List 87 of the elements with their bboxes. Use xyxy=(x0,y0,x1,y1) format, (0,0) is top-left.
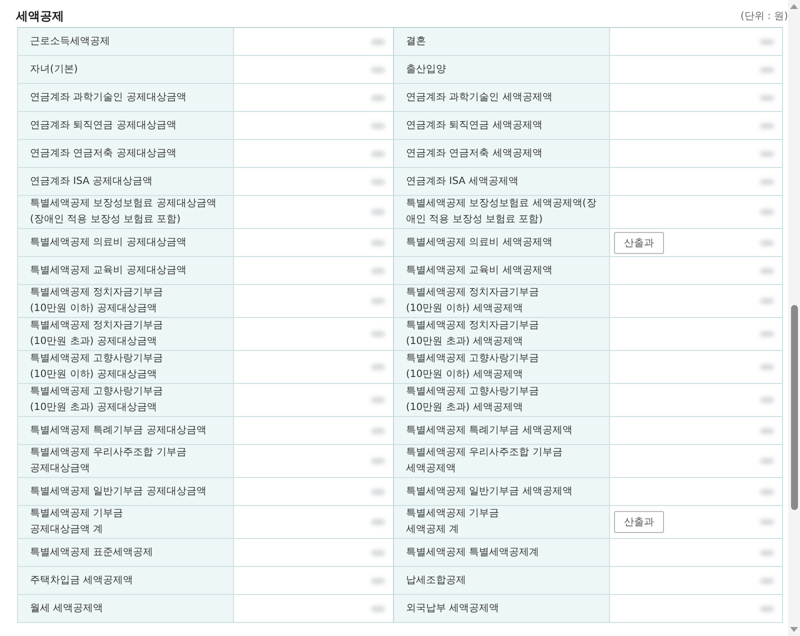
blurred-value xyxy=(371,150,385,156)
row-label: 특별세액공제 우리사주조합 기부금 세액공제액 xyxy=(394,445,610,478)
row-label: 연금계좌 ISA 공제대상금액 xyxy=(18,168,234,196)
blurred-value xyxy=(760,606,774,612)
blurred-value xyxy=(760,397,774,403)
row-label: 특별세액공제 보장성보험료 세액공제액(장 애인 적용 보장성 보험료 포함) xyxy=(394,196,610,229)
blurred-value xyxy=(760,458,774,464)
row-label: 특별세액공제 일반기부금 세액공제액 xyxy=(394,478,610,506)
blurred-value xyxy=(760,178,774,184)
row-label: 결혼 xyxy=(394,28,610,56)
blurred-value xyxy=(371,578,385,584)
blurred-value xyxy=(760,298,774,304)
blurred-value xyxy=(371,550,385,556)
blurred-value xyxy=(760,150,774,156)
row-label: 외국납부 세액공제액 xyxy=(394,595,610,623)
row-label: 특별세액공제 정치자금기부금 (10만원 이하) 공제대상금액 xyxy=(18,285,234,318)
blurred-value xyxy=(371,94,385,100)
calculate-button[interactable]: 산출과 xyxy=(614,232,664,254)
row-label: 납세조합공제 xyxy=(394,567,610,595)
row-label: 특별세액공제 기부금 공제대상금액 계 xyxy=(18,506,234,539)
blurred-value xyxy=(760,428,774,434)
row-label: 특별세액공제 정치자금기부금 (10만원 초과) 공제대상금액 xyxy=(18,318,234,351)
row-label: 특별세액공제 의료비 공제대상금액 xyxy=(18,229,234,257)
row-label: 연금계좌 과학기술인 공제대상금액 xyxy=(18,84,234,112)
blurred-value xyxy=(371,298,385,304)
row-label: 연금계좌 연금저축 공제대상금액 xyxy=(18,140,234,168)
row-label: 특별세액공제 정치자금기부금 (10만원 이하) 세액공제액 xyxy=(394,285,610,318)
row-label: 특별세액공제 특례기부금 세액공제액 xyxy=(394,417,610,445)
blurred-value xyxy=(760,519,774,525)
row-label: 연금계좌 ISA 세액공제액 xyxy=(394,168,610,196)
row-label: 특별세액공제 고향사랑기부금 (10만원 초과) 세액공제액 xyxy=(394,384,610,417)
row-label: 특별세액공제 고향사랑기부금 (10만원 이하) 세액공제액 xyxy=(394,351,610,384)
row-label: 특별세액공제 우리사주조합 기부금 공제대상금액 xyxy=(18,445,234,478)
blurred-value xyxy=(371,331,385,337)
unit-label: (단위 : 원) xyxy=(740,10,788,23)
blurred-value xyxy=(760,488,774,494)
scroll-down-icon[interactable] xyxy=(790,627,798,632)
row-label: 근로소득세액공제 xyxy=(18,28,234,56)
blurred-value xyxy=(760,240,774,246)
blurred-value xyxy=(371,268,385,274)
blurred-value xyxy=(371,38,385,44)
scroll-thumb[interactable] xyxy=(791,305,798,510)
blurred-value xyxy=(760,122,774,128)
blurred-value xyxy=(760,268,774,274)
row-label: 특별세액공제 일반기부금 공제대상금액 xyxy=(18,478,234,506)
row-label: 특별세액공제 특례기부금 공제대상금액 xyxy=(18,417,234,445)
row-label: 특별세액공제 고향사랑기부금 (10만원 초과) 공제대상금액 xyxy=(18,384,234,417)
row-label: 연금계좌 퇴직연금 공제대상금액 xyxy=(18,112,234,140)
row-label: 주택차입금 세액공제액 xyxy=(18,567,234,595)
row-label: 특별세액공제 정치자금기부금 (10만원 초과) 세액공제액 xyxy=(394,318,610,351)
blurred-value xyxy=(760,66,774,72)
calculate-button[interactable]: 산출과 xyxy=(614,511,664,533)
blurred-value xyxy=(371,66,385,72)
row-label: 연금계좌 과학기술인 세액공제액 xyxy=(394,84,610,112)
blurred-value xyxy=(371,519,385,525)
row-label: 특별세액공제 교육비 세액공제액 xyxy=(394,257,610,285)
blurred-value xyxy=(371,397,385,403)
blurred-value xyxy=(371,122,385,128)
row-label: 특별세액공제 의료비 세액공제액 xyxy=(394,229,610,257)
blurred-value xyxy=(371,240,385,246)
section-title: 세액공제 xyxy=(16,8,64,24)
blurred-value xyxy=(371,606,385,612)
blurred-value xyxy=(760,94,774,100)
blurred-value xyxy=(371,428,385,434)
row-label: 특별세액공제 보장성보험료 공제대상금액 (장애인 적용 보장성 보험료 포함) xyxy=(18,196,234,229)
blurred-value xyxy=(760,38,774,44)
blurred-value xyxy=(760,364,774,370)
row-label: 특별세액공제 고향사랑기부금 (10만원 이하) 공제대상금액 xyxy=(18,351,234,384)
blurred-value xyxy=(760,578,774,584)
blurred-value xyxy=(760,550,774,556)
scroll-up-icon[interactable] xyxy=(790,4,798,9)
row-label: 특별세액공제 표준세액공제 xyxy=(18,539,234,567)
blurred-value xyxy=(371,364,385,370)
row-label: 특별세액공제 기부금 세액공제 계 xyxy=(394,506,610,539)
row-label: 자녀(기본) xyxy=(18,56,234,84)
row-label: 특별세액공제 교육비 공제대상금액 xyxy=(18,257,234,285)
blurred-value xyxy=(371,458,385,464)
row-label: 연금계좌 연금저축 세액공제액 xyxy=(394,140,610,168)
blurred-value xyxy=(371,178,385,184)
blurred-value xyxy=(760,331,774,337)
row-label: 연금계좌 퇴직연금 세액공제액 xyxy=(394,112,610,140)
blurred-value xyxy=(371,488,385,494)
row-label: 특별세액공제 특별세액공제계 xyxy=(394,539,610,567)
blurred-value xyxy=(760,209,774,215)
row-label: 출산입양 xyxy=(394,56,610,84)
row-label: 월세 세액공제액 xyxy=(18,595,234,623)
blurred-value xyxy=(371,209,385,215)
